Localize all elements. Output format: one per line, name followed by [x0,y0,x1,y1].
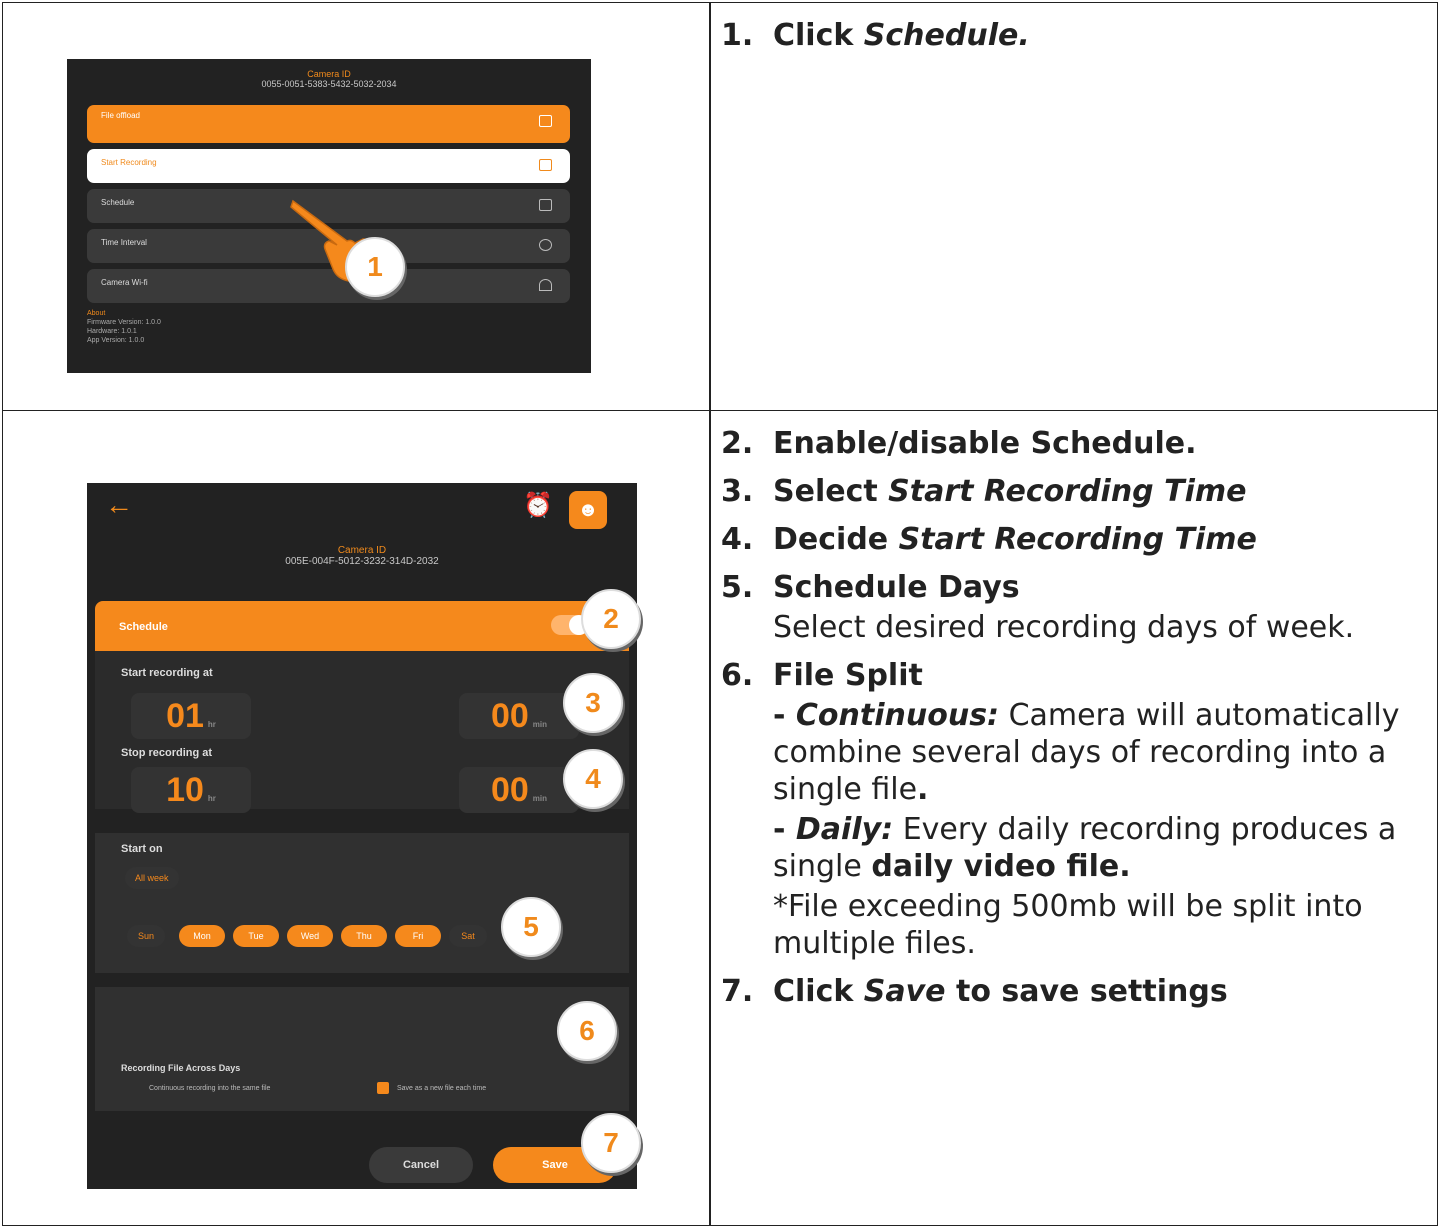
all-week-chip: All week [125,867,179,889]
cancel-button: Cancel [369,1147,473,1183]
split-note: *File exceeding 500mb will be split into… [773,889,1363,961]
daily-description: - Daily: Every daily recording produces … [773,812,1397,884]
storage-icon [539,115,552,127]
day-sat: Sat [449,925,487,947]
day-tue: Tue [233,925,279,947]
step-badge: 6 [557,1001,617,1061]
step-1: 1. Click Schedule. [721,18,1030,53]
start-hour-box: 01 hr [131,693,251,739]
step-5: 5. Schedule Days [721,570,1020,605]
column-divider [709,3,711,1225]
step-badge: 3 [563,673,623,733]
file-split-panel [95,987,629,1111]
step-badge: 2 [581,589,641,649]
step1-instructions: 1. Click Schedule. [721,17,1030,65]
table-row: ← ⏰ ☻ Camera ID 005E-004F-5012-3232-314D… [3,411,1437,1227]
step-6: 6. File Split [721,658,923,693]
start-recording-label: Start recording at [121,667,213,679]
instruction-table: Camera ID 0055-0051-5383-5432-5032-2034 … [2,2,1438,1226]
alarm-icon: ⏰ [523,492,553,519]
menu-item-start-recording: Start Recording [87,149,570,183]
step-badge: 4 [563,749,623,809]
day-wed: Wed [287,925,333,947]
stop-hour-box: 10 hr [131,767,251,813]
schedule-screenshot: ← ⏰ ☻ Camera ID 005E-004F-5012-3232-314D… [87,483,637,1189]
camera-icon [539,159,552,171]
file-split-label: Recording File Across Days [121,1063,241,1073]
day-sun: Sun [127,925,165,947]
calendar-icon [539,199,552,211]
table-row: Camera ID 0055-0051-5383-5432-5032-2034 … [3,3,1437,411]
step-3: 3. Select Start Recording Time [721,474,1247,509]
option-new-file: Save as a new file each time [397,1085,487,1092]
checkbox-icon [377,1082,389,1094]
user-icon: ☻ [569,491,607,529]
step-4: 4. Decide Start Recording Time [721,522,1257,557]
day-mon: Mon [179,925,225,947]
steps-2-7-instructions: 2. Enable/disable Schedule. 3. Select St… [721,425,1433,1021]
back-arrow-icon: ← [105,489,133,520]
camera-id-label: Camera ID 0055-0051-5383-5432-5032-2034 [261,69,397,89]
step-badge: 7 [581,1113,641,1173]
step-7: 7. Click Save to save settings [721,974,1228,1009]
step-5-description: Select desired recording days of week. [773,610,1355,645]
stop-minute-box: 00 min [459,767,579,813]
camera-id-label: Camera ID 005E-004F-5012-3232-314D-2032 [285,545,439,567]
schedule-header: Schedule [95,601,629,651]
step-2: 2. Enable/disable Schedule. [721,426,1197,461]
menu-screenshot: Camera ID 0055-0051-5383-5432-5032-2034 … [67,59,591,373]
step-badge: 5 [501,897,561,957]
option-continuous: Continuous recording into the same file [149,1085,271,1092]
clock-icon [539,239,552,251]
stop-recording-label: Stop recording at [121,747,213,759]
day-thu: Thu [341,925,387,947]
continuous-description: - Continuous: Camera will automatically … [773,698,1400,807]
about-section: About Firmware Version: 1.0.0 Hardware: … [87,310,161,344]
wifi-icon [539,279,552,291]
step-badge: 1 [345,237,405,297]
menu-item-file-offload: File offload [87,105,570,143]
start-on-label: Start on [121,843,163,855]
start-minute-box: 00 min [459,693,579,739]
day-fri: Fri [395,925,441,947]
